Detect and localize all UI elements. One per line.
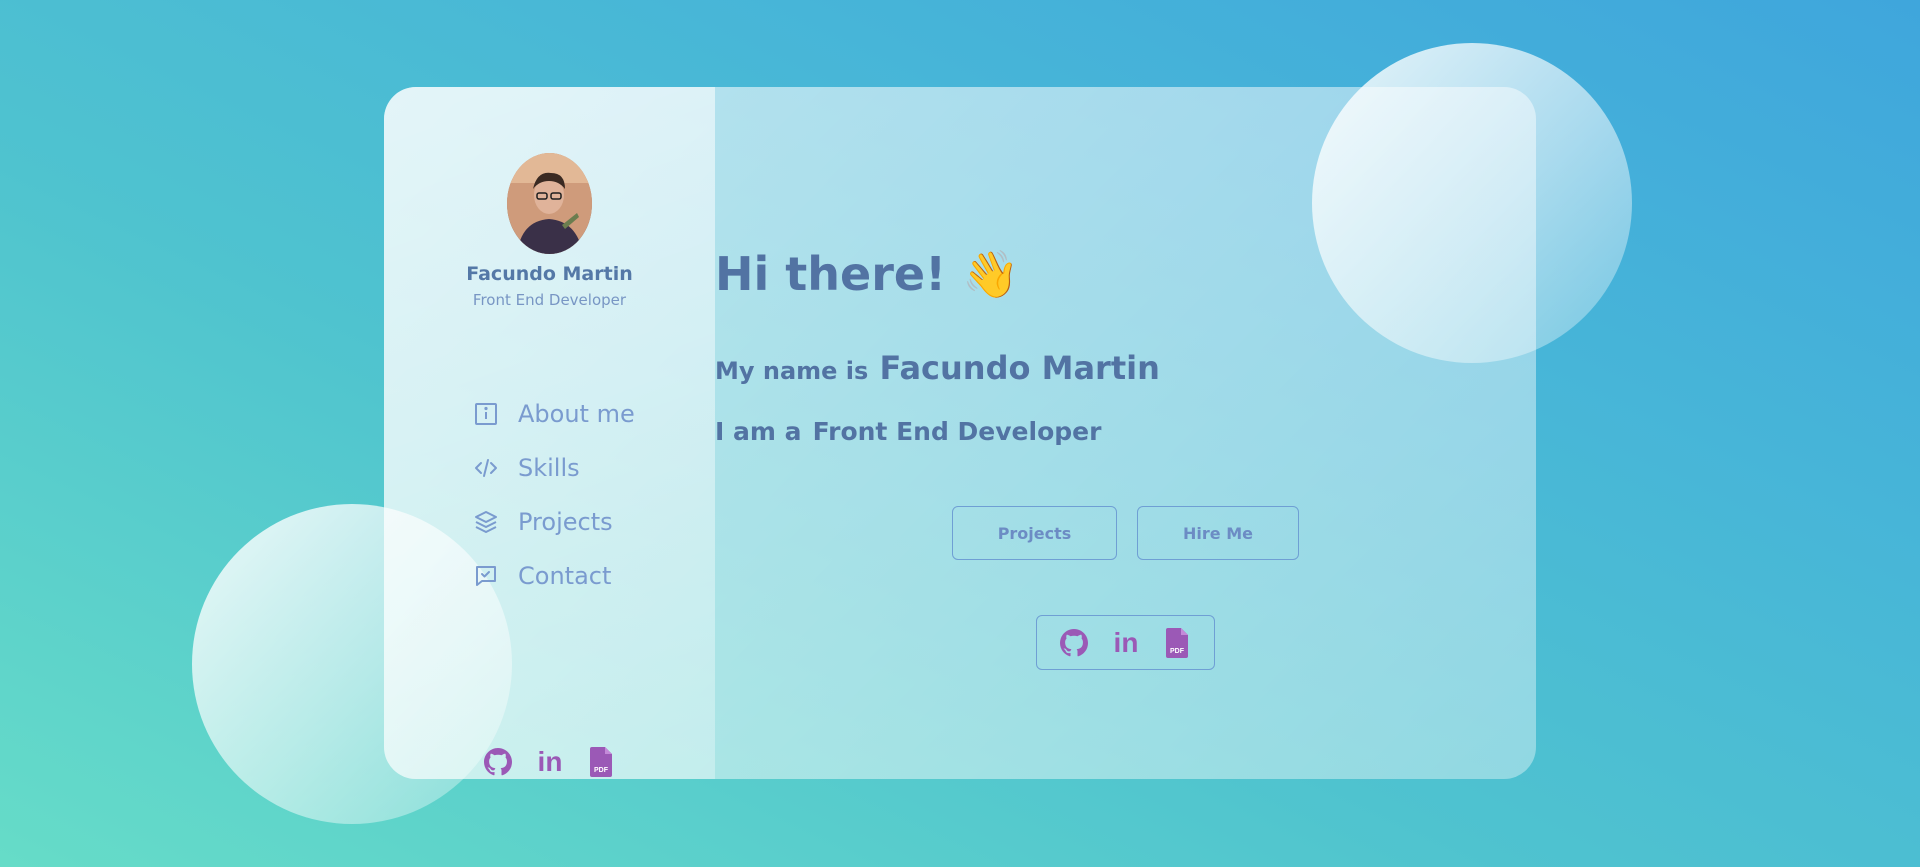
nav-item-skills[interactable]: Skills (472, 441, 635, 495)
nav-label-skills: Skills (518, 454, 580, 482)
projects-button[interactable]: Projects (952, 506, 1117, 560)
info-icon (472, 400, 500, 428)
linkedin-icon[interactable]: in (535, 747, 565, 777)
name-prefix: My name is (715, 357, 869, 385)
pdf-text: PDF (1170, 648, 1185, 655)
pdf-file-icon[interactable]: PDF (587, 747, 617, 777)
sidebar-nav: About me Skills Projects Contact (472, 387, 635, 603)
profile-role: Front End Developer (472, 291, 627, 309)
hero-name: Facundo Martin (879, 349, 1160, 387)
pdf-file-icon[interactable]: PDF (1163, 627, 1193, 658)
portfolio-card: Facundo Martin Front End Developer About… (384, 87, 1536, 779)
nav-label-projects: Projects (518, 508, 613, 536)
pdf-text: PDF (594, 767, 609, 774)
hero-role: Front End Developer (812, 417, 1102, 446)
greeting-heading: Hi there! 👋 (715, 247, 1020, 301)
github-icon[interactable] (483, 747, 513, 777)
nav-item-projects[interactable]: Projects (472, 495, 635, 549)
sidebar: Facundo Martin Front End Developer About… (384, 87, 715, 779)
hire-me-button[interactable]: Hire Me (1137, 506, 1299, 560)
intro-name-line: My name is Facundo Martin (715, 349, 1536, 387)
nav-label-contact: Contact (518, 562, 612, 590)
sidebar-social-links: in PDF (384, 747, 715, 777)
nav-item-about-me[interactable]: About me (472, 387, 635, 441)
chat-icon (472, 562, 500, 590)
avatar (507, 153, 592, 254)
main-social-links: in PDF (1036, 615, 1215, 670)
main-content: Hi there! 👋 My name is Facundo Martin I … (715, 87, 1536, 779)
nav-item-contact[interactable]: Contact (472, 549, 635, 603)
cta-buttons: Projects Hire Me (715, 506, 1536, 560)
profile-name: Facundo Martin (466, 263, 633, 285)
nav-label-about-me: About me (518, 400, 635, 428)
intro-role-line: I am a Front End Developer (715, 417, 1536, 446)
linkedin-text: in (537, 747, 562, 777)
role-prefix: I am a (715, 417, 802, 446)
linkedin-text: in (1113, 628, 1138, 658)
layers-icon (472, 508, 500, 536)
linkedin-icon[interactable]: in (1111, 628, 1141, 658)
code-icon (472, 454, 500, 482)
github-icon[interactable] (1059, 628, 1089, 658)
